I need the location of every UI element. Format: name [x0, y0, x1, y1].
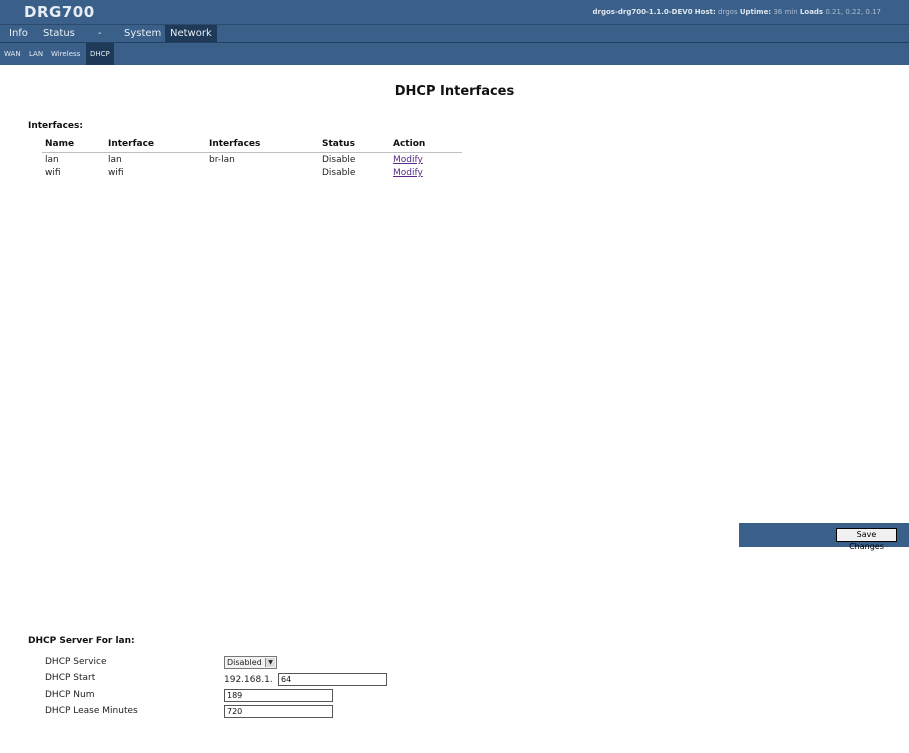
submenu-item-wireless[interactable]: Wireless [51, 43, 80, 65]
main-menu: Info Status - System Network [0, 25, 909, 43]
cell-interface: lan [108, 155, 122, 165]
dhcp-lease-label: DHCP Lease Minutes [45, 706, 138, 716]
menu-item-status[interactable]: Status [43, 25, 75, 42]
uptime-value: 36 min [773, 8, 798, 16]
dhcp-start-prefix: 192.168.1. [224, 675, 273, 685]
dhcp-lease-input[interactable]: 720 [224, 705, 333, 718]
dhcp-service-select[interactable]: Disabled ▼ [224, 656, 277, 669]
loads-value: 0.21, 0.22, 0.17 [825, 8, 881, 16]
save-bar: Save Changes [739, 523, 909, 551]
host-value: drgos [718, 8, 738, 16]
firmware-version: drgos-drg700-1.1.0-DEV0 [592, 8, 693, 16]
table-row: wifi wifi Disable Modify [42, 166, 462, 179]
dhcp-start-label: DHCP Start [45, 673, 96, 683]
interfaces-heading: Interfaces: [28, 121, 83, 131]
cell-status: Disable [322, 168, 356, 178]
page-title: DHCP Interfaces [394, 84, 515, 99]
cell-name: wifi [45, 168, 61, 178]
dhcp-num-input[interactable]: 189 [224, 689, 333, 702]
sub-menu: WAN LAN Wireless DHCP [0, 43, 909, 65]
dhcp-server-heading: DHCP Server For lan: [28, 636, 135, 646]
menu-item-info[interactable]: Info [9, 25, 28, 42]
system-info: drgos-drg700-1.1.0-DEV0 Host: drgos Upti… [593, 8, 882, 16]
host-label: Host: [694, 8, 716, 16]
dhcp-start-input[interactable]: 64 [278, 673, 387, 686]
column-header-name: Name [45, 139, 75, 149]
column-header-interfaces: Interfaces [209, 139, 261, 149]
uptime-label: Uptime: [739, 8, 772, 16]
loads-label: Loads [799, 8, 824, 16]
menu-item-separator[interactable]: - [98, 25, 102, 42]
cell-interfaces: br-lan [209, 155, 235, 165]
column-header-interface: Interface [108, 139, 155, 149]
menu-item-system[interactable]: System [124, 25, 161, 42]
top-header: DRG700 drgos-drg700-1.1.0-DEV0 Host: drg… [0, 0, 909, 25]
cell-name: lan [45, 155, 59, 165]
submenu-item-dhcp[interactable]: DHCP [86, 43, 114, 65]
menu-item-network[interactable]: Network [165, 25, 217, 42]
submenu-item-wan[interactable]: WAN [4, 43, 21, 65]
table-header: Name Interface Interfaces Status Action [42, 138, 462, 153]
modify-link-wifi[interactable]: Modify [393, 168, 423, 178]
chevron-down-icon: ▼ [265, 658, 275, 667]
column-header-status: Status [322, 139, 355, 149]
dhcp-service-label: DHCP Service [45, 657, 107, 667]
interfaces-table: Name Interface Interfaces Status Action … [42, 138, 462, 179]
dhcp-num-label: DHCP Num [45, 690, 95, 700]
modify-link-lan[interactable]: Modify [393, 155, 423, 165]
dhcp-service-value: Disabled [227, 658, 262, 667]
brand-logo: DRG700 [24, 3, 95, 21]
submenu-item-lan[interactable]: LAN [29, 43, 43, 65]
cell-interface: wifi [108, 168, 124, 178]
cell-status: Disable [322, 155, 356, 165]
column-header-action: Action [393, 139, 426, 149]
save-changes-button[interactable]: Save Changes [836, 528, 897, 551]
table-row: lan lan br-lan Disable Modify [42, 153, 462, 166]
